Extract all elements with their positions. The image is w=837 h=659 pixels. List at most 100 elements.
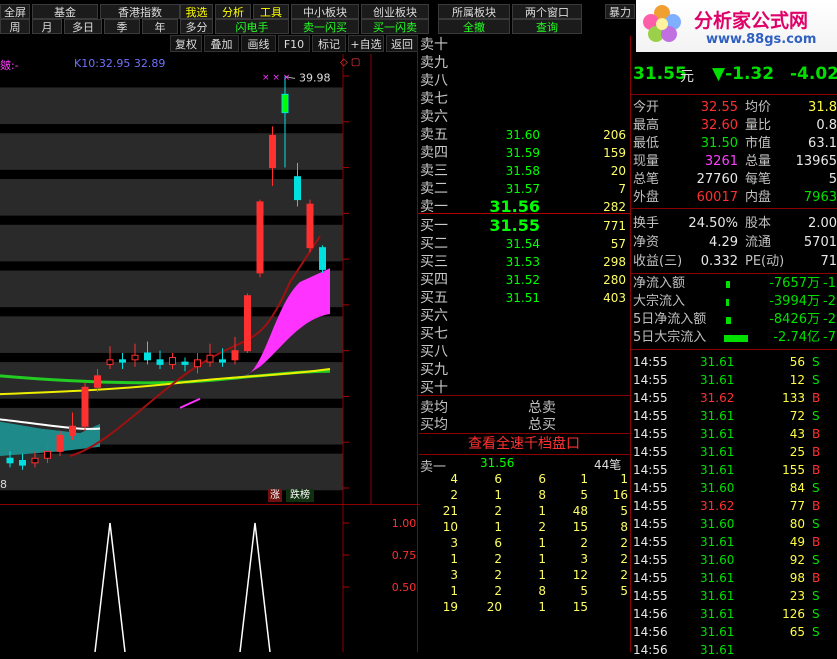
tick-side: S [812,607,820,621]
tick-row[interactable]: 14:56 31.61 [633,641,837,659]
row2-button-9[interactable]: 全撤 [438,19,510,34]
row2-button-6[interactable]: 闪电手 [215,19,289,34]
orderbook-row[interactable]: 卖四 31.59 159 [420,144,630,162]
candle-body [69,425,76,436]
badge-up[interactable]: 涨 [268,489,282,502]
orderbook-row[interactable]: 卖八 [420,72,630,90]
row1-button-8[interactable]: 所属板块 [438,4,510,19]
stats-divider [631,208,837,209]
tick-row[interactable]: 14:55 31.61 23 S [633,587,837,605]
chart-tool-button-0[interactable]: 复权 [170,35,202,52]
orderbook-row[interactable]: 买二 31.54 57 [420,235,630,253]
orderbook-row[interactable]: 卖二 31.57 7 [420,180,630,198]
tick-row[interactable]: 14:55 31.61 25 B [633,443,837,461]
stat-value: 31.8 [808,100,837,115]
tick-row[interactable]: 14:56 31.61 65 S [633,623,837,641]
row1-button-3[interactable]: 我选 [180,4,213,19]
row1-button-6[interactable]: 中小板块 [291,4,359,19]
orderbook-row[interactable]: 卖五 31.60 206 [420,126,630,144]
queue-cell: 2 [494,552,502,566]
orderbook-level-label: 卖十 [420,37,448,53]
orderbook-row[interactable]: 买七 [420,325,630,343]
orderbook-row[interactable]: 卖十 [420,36,630,54]
orderbook-volume: 771 [603,219,626,233]
row1-button-10[interactable]: 暴力 [605,4,635,19]
orderbook-row[interactable]: 卖六 [420,108,630,126]
row2-button-4[interactable]: 年 [142,19,178,34]
orderbook-row[interactable]: 买六 [420,307,630,325]
orderbook-row[interactable]: 买一 31.55 771 [420,217,630,235]
orderbook-row[interactable]: 买五 31.51 403 [420,289,630,307]
orderbook-price: 31.54 [505,237,540,251]
tick-side: S [812,355,820,369]
orderbook-row[interactable]: 卖九 [420,54,630,72]
tick-row[interactable]: 14:55 31.61 49 B [633,533,837,551]
tick-row[interactable]: 14:55 31.62 77 B [633,497,837,515]
stat-value: 63.1 [808,136,837,151]
tick-row[interactable]: 14:55 31.60 80 S [633,515,837,533]
tick-price: 31.61 [700,607,735,621]
row2-button-7[interactable]: 卖一闪买 [291,19,359,34]
queue-cell: 12 [572,568,588,582]
row2-button-5[interactable]: 多分 [180,19,213,34]
row1-button-5[interactable]: 工具 [253,4,289,19]
row1-button-7[interactable]: 创业板块 [361,4,429,19]
orderbook-volume: 280 [603,273,626,287]
tick-time: 14:55 [633,553,668,567]
tick-volume: 84 [789,481,805,495]
row1-button-0[interactable]: 全屏 [0,4,30,19]
tick-row[interactable]: 14:55 31.60 92 S [633,551,837,569]
tick-time: 14:55 [633,355,668,369]
orderbook-row[interactable]: 买四 31.52 280 [420,271,630,289]
queue-cell: 20 [486,600,502,614]
orderbook-row[interactable]: 买三 31.53 298 [420,253,630,271]
tick-row[interactable]: 14:56 31.61 126 S [633,605,837,623]
tick-row[interactable]: 14:55 31.61 72 S [633,407,837,425]
orderbook-row[interactable]: 卖七 [420,90,630,108]
row1-button-9[interactable]: 两个窗口 [512,4,582,19]
orderbook-row[interactable]: 买九 [420,361,630,379]
tick-row[interactable]: 14:55 31.60 84 S [633,479,837,497]
tick-row[interactable]: 14:55 31.61 43 B [633,425,837,443]
price-unit: 元 [680,69,694,85]
chart-tool-button-4[interactable]: 标记 [312,35,346,52]
stat-label: 最高 [633,118,660,133]
chart-tool-button-2[interactable]: 画线 [241,35,276,52]
tick-time: 14:55 [633,391,668,405]
signal-x-marks: × × × [262,73,290,83]
tick-row[interactable]: 14:55 31.61 12 S [633,371,837,389]
tick-price: 31.61 [700,643,735,657]
row2-button-10[interactable]: 查询 [512,19,582,34]
header-divider [631,94,837,95]
candlestick-chart[interactable]: 40.0038.0036.0034.0032.0030.0028.0026.00… [0,54,372,504]
queue-price: 31.56 [480,456,515,470]
chart-tool-button-5[interactable]: +自选 [348,35,384,52]
chart-tool-button-3[interactable]: F10 [278,35,310,52]
sub-indicator-chart[interactable]: 1.00 0.75 0.50 [0,505,420,652]
stat-value: 32.55 [700,100,738,115]
row1-button-4[interactable]: 分析 [215,4,251,19]
row2-button-2[interactable]: 多日 [64,19,102,34]
stat-label: 均价 [745,100,772,115]
chart-tool-button-6[interactable]: 返回 [386,35,418,52]
row1-button-2[interactable]: 香港指数 [100,4,180,19]
row2-button-1[interactable]: 月 [32,19,62,34]
tick-row[interactable]: 14:55 31.61 155 B [633,461,837,479]
badge-rank[interactable]: 跌榜 [286,489,314,502]
row2-button-3[interactable]: 季 [104,19,140,34]
orderbook-row[interactable]: 卖三 31.58 20 [420,162,630,180]
chart-tool-button-1[interactable]: 叠加 [204,35,239,52]
tick-row[interactable]: 14:55 31.62 133 B [633,389,837,407]
stat-label: 每笔 [745,172,772,187]
orderbook-row[interactable]: 买八 [420,343,630,361]
full-depth-button[interactable]: 查看全速千档盘口 [419,433,629,455]
chart-menu-icon[interactable]: ◇ ▢ [340,57,360,68]
tick-row[interactable]: 14:55 31.61 98 B [633,569,837,587]
row2-button-0[interactable]: 周 [0,19,30,34]
stat-label: 最低 [633,136,660,151]
row1-button-1[interactable]: 基金 [32,4,98,19]
orderbook-level-label: 买七 [420,326,448,342]
row2-button-8[interactable]: 买一闪卖 [361,19,429,34]
orderbook-level-label: 买二 [420,236,448,252]
tick-row[interactable]: 14:55 31.61 56 S [633,353,837,371]
